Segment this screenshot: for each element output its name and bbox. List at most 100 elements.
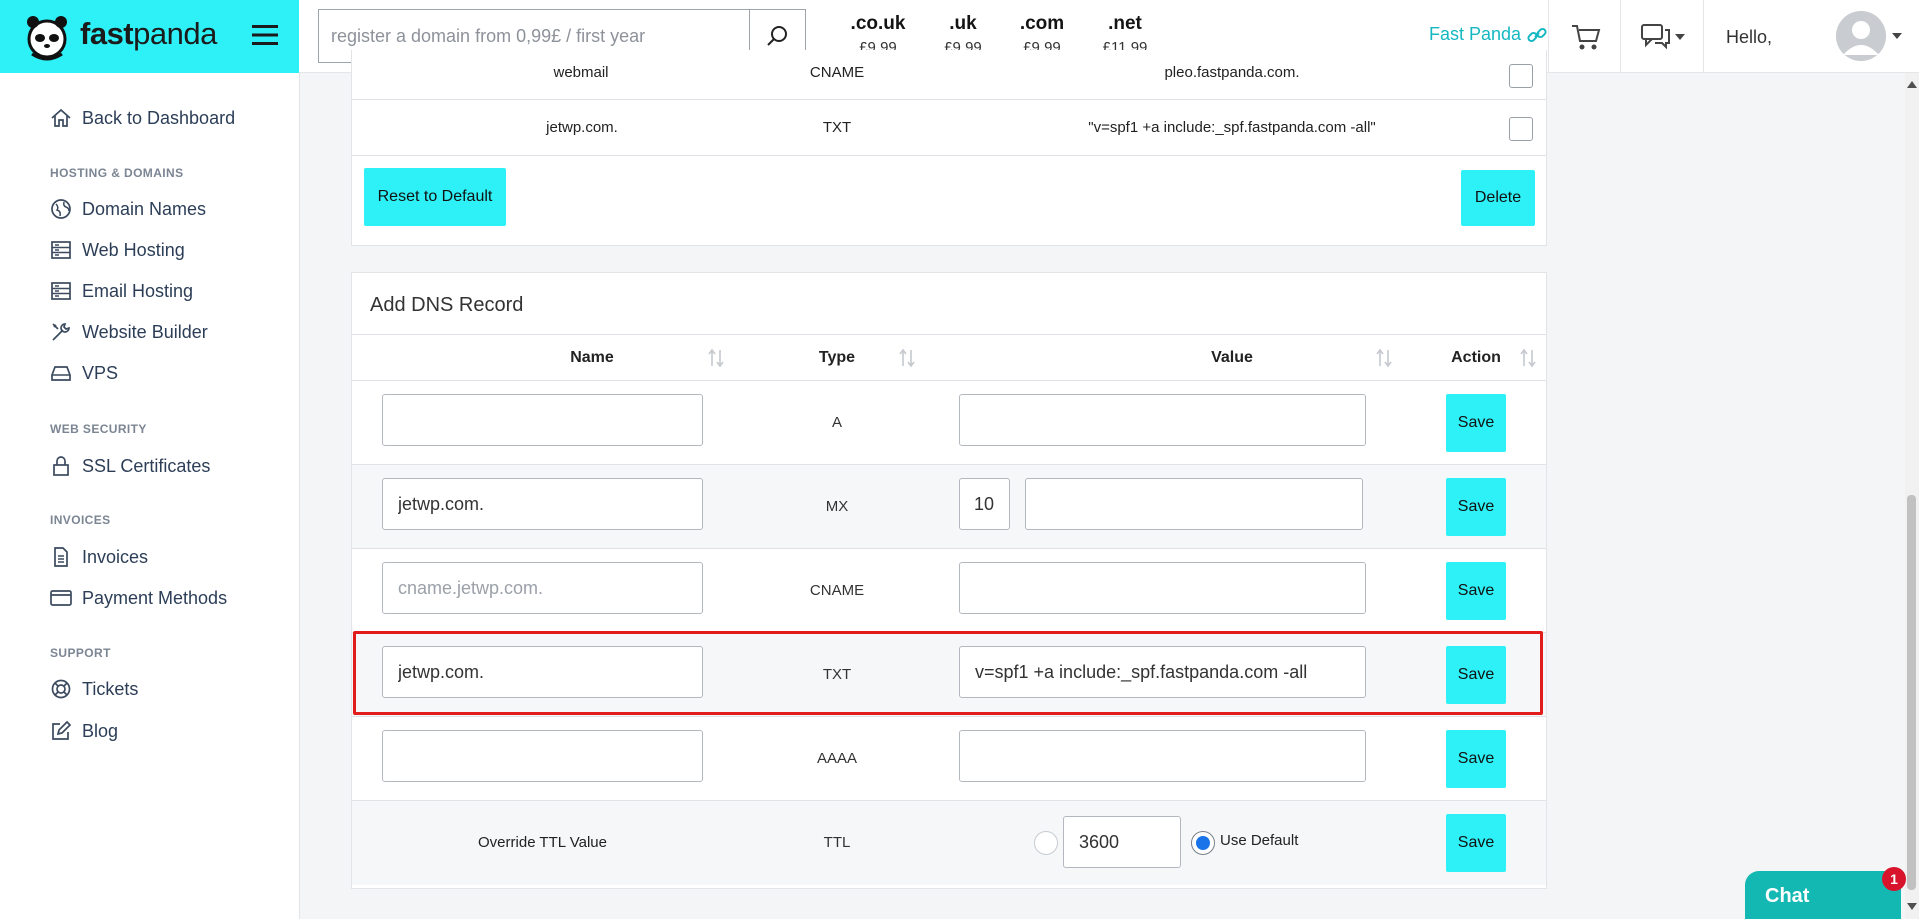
sort-icon[interactable] [708,348,724,368]
record-name-input[interactable] [382,562,703,614]
sidebar-heading-hosting: HOSTING & DOMAINS [50,166,184,180]
messages-icon [1641,24,1670,50]
save-button[interactable]: Save [1446,730,1506,788]
record-type-label: A [831,414,842,431]
search-icon [766,26,787,46]
tools-icon [52,323,70,341]
header-divider [1620,0,1621,73]
column-header-type[interactable]: Type [772,349,902,367]
sidebar-heading-invoices: INVOICES [50,513,111,527]
mx-priority-input[interactable] [959,478,1010,530]
user-avatar[interactable] [1836,11,1886,61]
column-header-value[interactable]: Value [1052,349,1412,367]
chevron-down-icon[interactable] [1892,33,1902,39]
sidebar-item-invoices[interactable]: Invoices [50,546,148,568]
override-ttl-label: Override TTL Value [478,834,607,851]
edit-icon [52,720,72,740]
sort-icon[interactable] [1520,348,1536,368]
record-name: webmail [553,64,609,81]
sort-icon[interactable] [1376,348,1392,368]
chat-widget-button[interactable]: Chat [1745,871,1901,919]
greeting: Hello, [1726,27,1773,47]
sidebar-item-vps[interactable]: VPS [50,362,118,384]
save-button[interactable]: Save [1446,562,1506,620]
sidebar-heading-support: SUPPORT [50,646,111,660]
sort-icon[interactable] [899,348,915,368]
add-record-row-aaaa: AAAA Save [352,717,1546,801]
server-icon [51,241,71,259]
record-value-input[interactable] [959,562,1366,614]
record-select-checkbox[interactable] [1509,64,1533,88]
header-divider [1703,0,1704,73]
brand-name[interactable]: fastpanda [80,16,217,52]
add-record-row-txt: TXT Save [352,633,1546,717]
link-icon [1527,27,1547,42]
sidebar-item-back-to-dashboard[interactable]: Back to Dashboard [50,107,235,129]
record-value-input[interactable] [1025,478,1363,530]
server-icon [51,282,71,300]
delete-button[interactable]: Delete [1461,170,1535,226]
sidebar-item-email-hosting[interactable]: Email Hosting [50,280,193,302]
sidebar-item-web-hosting[interactable]: Web Hosting [50,239,185,261]
save-button[interactable]: Save [1446,478,1506,536]
hamburger-menu-icon[interactable] [252,24,278,46]
save-button[interactable]: Save [1446,646,1506,704]
record-type: CNAME [809,64,865,81]
sidebar-item-tickets[interactable]: Tickets [50,678,138,700]
record-name-input[interactable] [382,646,703,698]
lock-icon [53,456,69,476]
chat-unread-badge: 1 [1882,867,1906,891]
panda-logo-icon[interactable] [22,10,72,62]
sidebar-item-payment-methods[interactable]: Payment Methods [50,587,227,609]
record-value-input[interactable] [959,646,1366,698]
record-type: TXT [822,119,852,136]
use-default-label: Use Default [1220,832,1299,849]
scroll-up-arrow-icon[interactable] [1907,80,1917,88]
sidebar-item-website-builder[interactable]: Website Builder [50,321,208,343]
chevron-down-icon [1675,34,1685,40]
home-icon [51,108,71,127]
header-divider [1548,0,1549,73]
record-type-label: TXT [822,666,852,683]
record-value-input[interactable] [959,394,1366,446]
sidebar-heading-security: WEB SECURITY [50,422,147,436]
sidebar-item-ssl-certificates[interactable]: SSL Certificates [50,455,210,477]
scroll-down-arrow-icon[interactable] [1907,903,1917,911]
ttl-value-input[interactable] [1063,816,1181,868]
section-title: Add DNS Record [370,294,524,316]
record-type-label: CNAME [809,582,865,599]
save-button[interactable]: Save [1446,814,1506,872]
lifebuoy-icon [51,679,71,699]
column-header-action[interactable]: Action [1416,349,1536,367]
record-type-label: AAAA [816,750,858,767]
use-default-radio[interactable] [1191,831,1215,855]
record-name-input[interactable] [382,730,703,782]
reset-to-default-button[interactable]: Reset to Default [364,168,506,226]
messages-dropdown[interactable] [1641,23,1685,51]
record-value-input[interactable] [959,730,1366,782]
sidebar: Back to Dashboard HOSTING & DOMAINS Doma… [0,73,300,919]
add-dns-record-card: Add DNS Record Name Type Value Action A … [351,272,1547,889]
save-button[interactable]: Save [1446,394,1506,452]
record-type-label: MX [825,498,849,515]
cart-icon[interactable] [1571,23,1601,51]
add-record-row-ttl: Override TTL Value TTL Use Default Save [352,801,1546,885]
record-value: pleo.fastpanda.com. [1164,64,1300,81]
credit-card-icon [50,590,72,606]
sidebar-item-blog[interactable]: Blog [50,720,118,742]
fast-panda-link[interactable]: Fast Panda [1429,24,1547,45]
record-type-label: TTL [823,834,851,851]
record-value: "v=spf1 +a include:_spf.fastpanda.com -a… [1088,119,1376,136]
record-name: jetwp.com. [546,119,618,136]
record-name-input[interactable] [382,478,703,530]
record-select-checkbox[interactable] [1509,117,1533,141]
scrollbar-thumb[interactable] [1907,495,1916,890]
brand-area: fastpanda [0,0,299,73]
sidebar-item-domain-names[interactable]: Domain Names [50,198,206,220]
record-name-input[interactable] [382,394,703,446]
add-record-row-cname: CNAME Save [352,549,1546,633]
override-ttl-radio[interactable] [1034,831,1058,855]
column-header-name[interactable]: Name [512,349,672,367]
add-record-row-mx: MX Save [352,465,1546,549]
document-icon [54,547,68,567]
